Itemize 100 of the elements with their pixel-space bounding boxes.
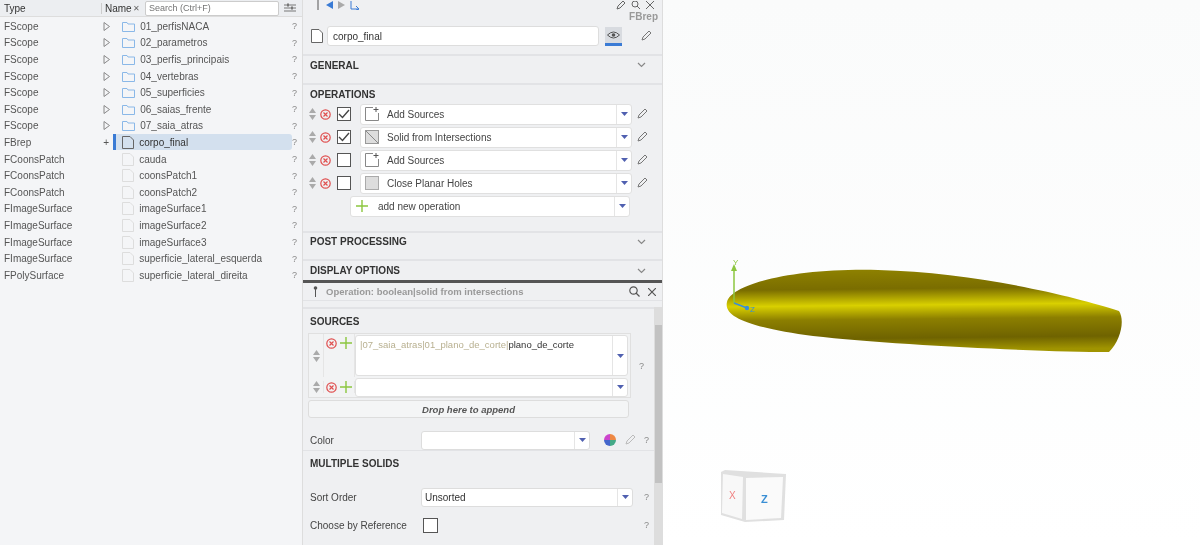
color-dropdown[interactable] [421,430,590,450]
chevron-icon[interactable] [637,62,646,69]
help-mark[interactable]: ? [292,237,297,247]
column-header[interactable]: Name [101,2,133,14]
pencil-icon[interactable] [636,177,648,189]
expand-arrow-icon[interactable] [102,55,110,64]
checkbox[interactable] [423,517,438,533]
visibility-toggle[interactable] [605,26,622,46]
operation-dropdown[interactable]: Add Sources [360,103,632,125]
source-field[interactable]: |07_saia_atras|01_plano_de_corte|plano_de_corte [355,335,628,376]
tree-item[interactable]: 06_saias_frente [113,101,292,118]
remove-icon[interactable] [320,177,331,189]
dropdown-caret-icon[interactable] [616,385,624,389]
tree-item[interactable]: coonsPatch2 [113,184,292,201]
help-mark[interactable]: ? [292,137,297,148]
dropdown-caret-icon[interactable] [620,158,628,162]
help-mark[interactable]: ? [292,71,297,82]
help-mark[interactable]: ? [292,154,297,165]
expand-marker[interactable]: + [103,136,110,148]
expand-arrow-icon[interactable] [102,21,110,31]
section-title[interactable]: POST PROCESSING [310,236,407,248]
checkbox[interactable] [337,130,351,144]
expand-arrow-icon[interactable] [102,38,110,48]
remove-icon[interactable] [325,338,337,349]
help-mark[interactable]: ? [292,220,297,231]
operation-dropdown[interactable]: Close Planar Holes [360,172,632,194]
section-title[interactable]: DISPLAY OPTIONS [310,265,401,277]
reorder-handle-icon[interactable] [309,154,316,166]
tree-item[interactable]: cauda [113,151,292,168]
expand-arrow-icon[interactable] [102,88,110,98]
section-title[interactable]: GENERAL [310,59,359,71]
plus-icon[interactable] [356,200,368,212]
drop-zone[interactable]: Drop here to append [308,400,629,418]
tree-item[interactable]: 07_saia_atras [113,117,292,134]
reorder-handle-icon[interactable] [309,131,316,143]
operation-dropdown[interactable]: Add Sources [360,149,632,171]
chevron-icon[interactable] [637,267,646,274]
help-mark[interactable]: ? [292,270,297,281]
scrollbar[interactable] [654,307,663,545]
help-mark[interactable]: ? [292,87,297,98]
dropdown-caret-icon[interactable] [618,204,626,208]
remove-icon[interactable] [320,108,331,120]
expand-arrow-icon[interactable] [102,121,110,131]
close-icon[interactable] [646,1,654,9]
color-wheel-icon[interactable] [604,434,616,446]
arrow-right-icon[interactable] [338,1,345,9]
expand-arrow-icon[interactable] [102,104,110,114]
help-mark[interactable]: ? [292,170,297,181]
help-mark[interactable]: ? [292,187,297,198]
pencil-icon[interactable] [640,30,652,42]
search-field[interactable]: Search (Ctrl+F) [145,0,279,16]
reorder-handle-icon[interactable] [312,381,320,393]
remove-icon[interactable] [320,154,331,166]
tree-item[interactable]: imageSurface2 [113,217,292,234]
pencil-icon[interactable] [636,131,648,143]
search-icon[interactable] [631,0,641,10]
column-header[interactable]: Type [0,2,101,14]
tree-item[interactable]: coonsPatch1 [113,167,292,184]
filter-settings-icon[interactable] [284,3,296,13]
operation-dropdown[interactable]: Solid from Intersections [360,126,632,148]
tree-item[interactable]: imageSurface3 [113,234,292,250]
help-mark[interactable]: ? [292,120,297,131]
tree-item[interactable]: superficie_lateral_direita [113,267,292,284]
tree-item[interactable]: 04_vertebras [113,68,292,85]
checkbox[interactable] [337,107,351,121]
remove-icon[interactable] [325,381,337,393]
dropdown-caret-icon[interactable] [616,353,624,358]
pin-icon[interactable] [313,286,318,297]
name-field[interactable]: corpo_final [327,26,599,46]
tree-item[interactable]: 02_parametros [113,34,292,51]
add-operation-dropdown[interactable]: add new operation [350,195,630,217]
close-icon[interactable] [648,287,656,296]
search-icon[interactable] [629,286,640,297]
tree-item[interactable]: imageSurface1 [113,200,292,217]
help-mark[interactable]: ? [292,37,297,48]
dropdown-caret-icon[interactable] [620,135,628,139]
pencil-icon[interactable] [636,154,648,166]
tree-item[interactable]: 01_perfisNACA [113,18,292,35]
clear-search-button[interactable]: ✕ [133,3,145,13]
expand-arrow-icon[interactable] [102,71,110,81]
sort-order-dropdown[interactable]: Unsorted [421,487,633,507]
tree-item[interactable]: 05_superficies [113,84,292,101]
dropdown-caret-icon[interactable] [578,438,586,442]
tree-item[interactable]: superficie_lateral_esquerda [113,250,292,267]
help-mark[interactable]: ? [292,104,297,115]
help-mark[interactable]: ? [292,54,297,65]
arrow-left-icon[interactable] [326,1,333,9]
tree-item[interactable]: corpo_final [113,134,292,151]
reorder-handle-icon[interactable] [309,177,316,189]
chevron-icon[interactable] [637,238,646,245]
help-mark[interactable]: ? [292,253,297,264]
pencil-icon[interactable] [616,0,626,10]
tree-item[interactable]: 03_perfis_principais [113,51,292,68]
jump-icon[interactable] [350,0,360,10]
dropdown-caret-icon[interactable] [620,181,628,185]
checkbox[interactable] [337,176,351,190]
pencil-icon[interactable] [636,108,648,120]
dropdown-caret-icon[interactable] [620,112,628,116]
help-mark[interactable]: ? [292,21,297,32]
source-field[interactable] [355,377,628,397]
